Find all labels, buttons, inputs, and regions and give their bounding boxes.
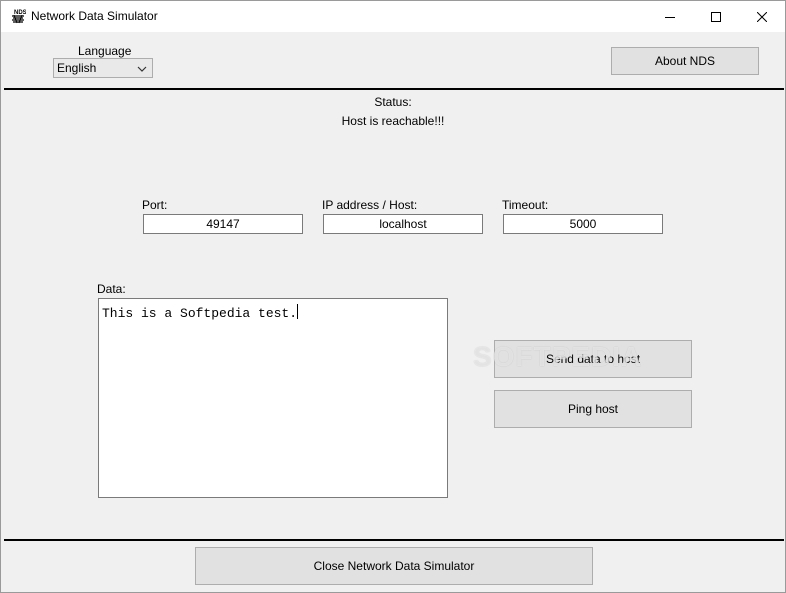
close-window-button[interactable] xyxy=(739,1,785,32)
close-icon xyxy=(757,11,767,22)
chevron-down-icon xyxy=(137,63,147,77)
text-caret xyxy=(297,304,299,319)
port-label: Port: xyxy=(142,198,168,212)
data-text: This is a Softpedia test. xyxy=(102,306,298,321)
maximize-icon xyxy=(711,11,721,22)
minimize-button[interactable] xyxy=(647,1,693,32)
maximize-button[interactable] xyxy=(693,1,739,32)
app-icon: NDS xyxy=(10,8,27,24)
language-label: Language xyxy=(78,44,132,58)
status-label: Status: xyxy=(374,95,412,109)
timeout-input[interactable]: 5000 xyxy=(503,214,663,234)
host-input[interactable]: localhost xyxy=(323,214,483,234)
minimize-icon xyxy=(665,12,675,22)
window-title: Network Data Simulator xyxy=(31,9,158,23)
about-button[interactable]: About NDS xyxy=(611,47,759,75)
data-textarea[interactable]: This is a Softpedia test. xyxy=(98,298,448,498)
ping-host-button[interactable]: Ping host xyxy=(494,390,692,428)
close-simulator-button[interactable]: Close Network Data Simulator xyxy=(195,547,593,585)
language-select[interactable]: English xyxy=(53,58,153,78)
host-label: IP address / Host: xyxy=(322,198,418,212)
status-value: Host is reachable!!! xyxy=(341,114,445,128)
timeout-label: Timeout: xyxy=(502,198,549,212)
app-window: NDS Network Data Simulator Language Engl… xyxy=(0,0,786,593)
language-selected-value: English xyxy=(57,61,97,75)
top-separator xyxy=(4,88,784,90)
data-label: Data: xyxy=(97,282,126,296)
bottom-separator xyxy=(4,539,784,541)
title-bar[interactable]: NDS Network Data Simulator xyxy=(1,1,785,32)
svg-text:NDS: NDS xyxy=(14,10,26,16)
port-input[interactable]: 49147 xyxy=(143,214,303,234)
send-data-button[interactable]: Send data to host xyxy=(494,340,692,378)
